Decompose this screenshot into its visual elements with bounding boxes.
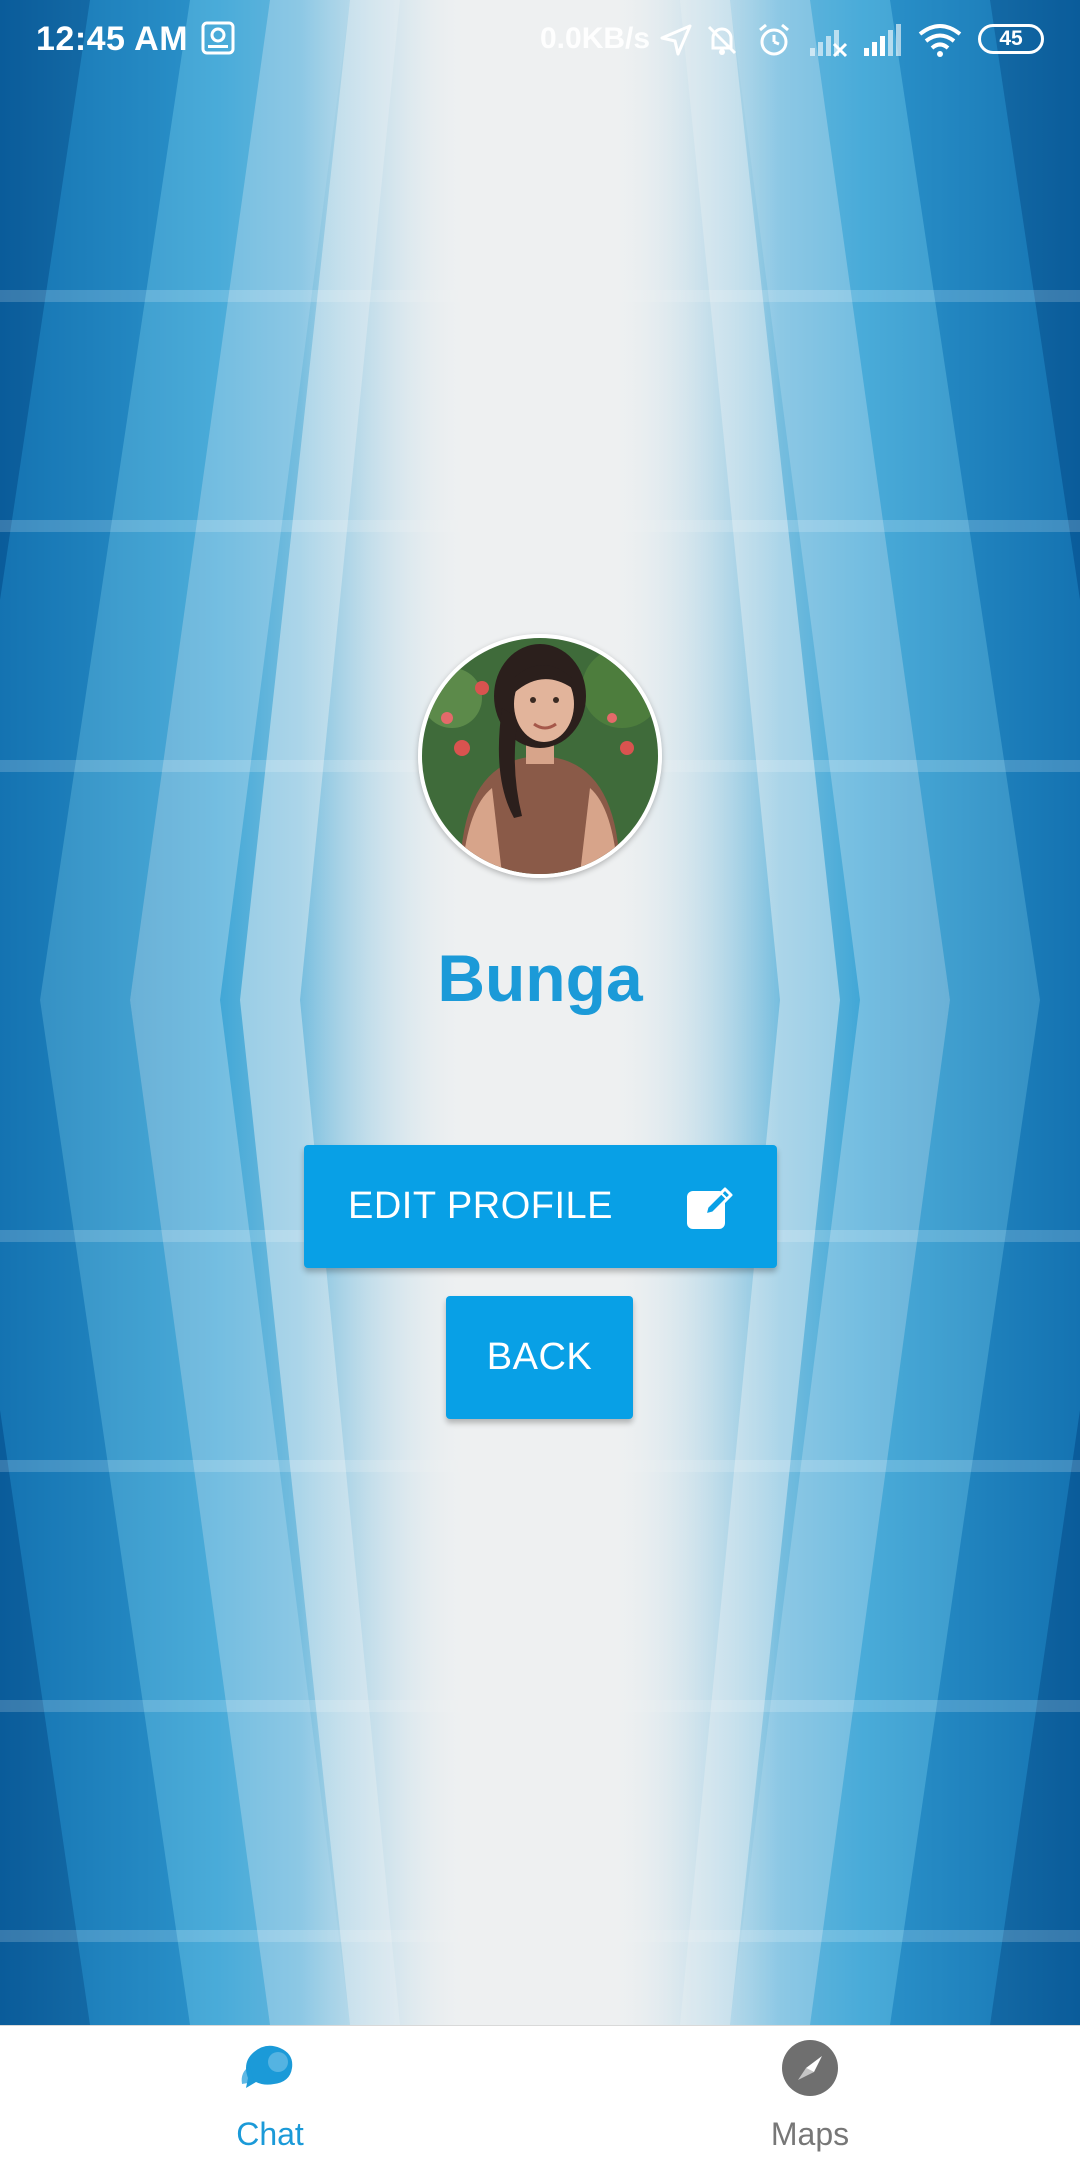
back-button[interactable]: BACK [446, 1296, 633, 1419]
network-speed: 0.0KB/s [540, 22, 651, 55]
back-label: BACK [486, 1336, 593, 1378]
edit-profile-button[interactable]: EDIT PROFILE [304, 1145, 777, 1268]
profile-avatar[interactable] [418, 634, 662, 878]
edit-icon [685, 1183, 735, 1233]
nav-item-maps[interactable]: Maps [540, 2026, 1080, 2161]
profile-name: Bunga [437, 941, 643, 1015]
nav-label-chat: Chat [236, 2116, 304, 2152]
status-bar: 12:45 AM 0.0KB/s 45 [0, 0, 1080, 78]
nav-label-maps: Maps [770, 2116, 850, 2152]
chat-bubbles-icon [240, 2038, 300, 2098]
edit-profile-label: EDIT PROFILE [348, 1185, 614, 1227]
status-time: 12:45 AM [36, 20, 189, 58]
bottom-navigation: Chat Maps [0, 2025, 1080, 2161]
bell-off-icon [704, 22, 740, 58]
location-arrow-icon [658, 22, 694, 58]
signal-sim2-icon [862, 22, 901, 58]
app-notification-icon [200, 20, 236, 56]
battery-icon: 45 [978, 24, 1044, 54]
nav-item-chat[interactable]: Chat [0, 2026, 540, 2161]
signal-sim1-icon [808, 22, 848, 58]
alarm-icon [756, 22, 792, 58]
wifi-icon [918, 22, 962, 58]
compass-icon [780, 2038, 840, 2098]
